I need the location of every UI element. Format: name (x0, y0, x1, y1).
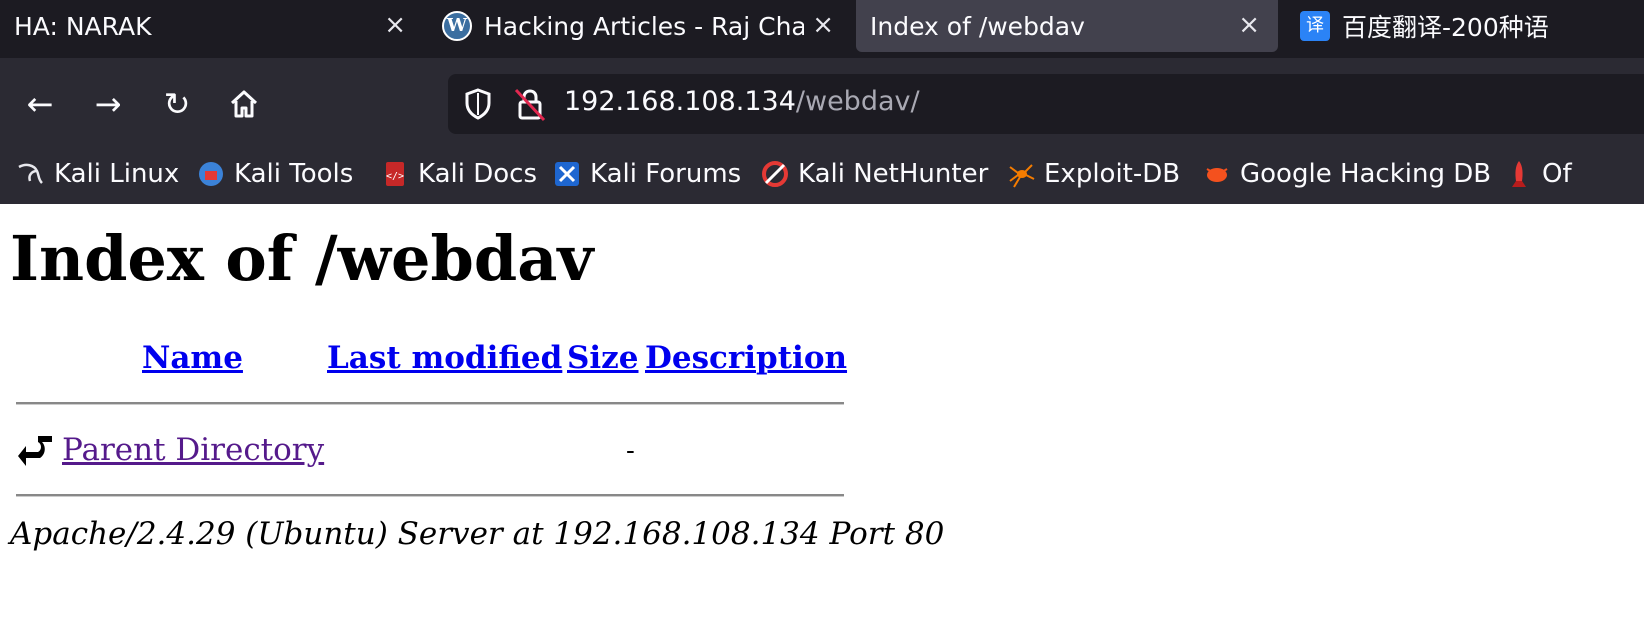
address-bar[interactable]: 192.168.108.134/webdav/ (448, 74, 1644, 134)
spider-icon (1009, 164, 1035, 188)
reload-button[interactable]: ↻ (155, 82, 199, 126)
rocket-icon (1512, 161, 1526, 187)
svg-text:</>: </> (386, 171, 404, 182)
bookmark-label: Kali NetHunter (798, 159, 989, 189)
bookmark-google-hacking-db[interactable]: Google Hacking DB (1202, 150, 1491, 198)
navigation-toolbar: ← → ↻ 192.168.108.134/webdav/ (0, 58, 1644, 150)
tab-title: Hacking Articles - Raj Char (484, 11, 804, 41)
bookmark-label: Kali Forums (590, 159, 742, 189)
tab-hacking-articles[interactable]: W Hacking Articles - Raj Char × (428, 0, 852, 52)
table-divider-top (16, 402, 844, 405)
kali-dragon-icon (18, 163, 43, 184)
page-heading: Index of /webdav (10, 222, 594, 295)
close-tab-icon[interactable]: × (1238, 10, 1260, 40)
tracking-protection-shield-icon[interactable] (458, 84, 498, 124)
tab-ha-narak[interactable]: HA: NARAK × (0, 0, 424, 52)
column-header-size[interactable]: Size (567, 340, 639, 376)
insecure-lock-icon[interactable] (510, 84, 550, 124)
parent-directory-link[interactable]: Parent Directory (62, 432, 324, 468)
tab-index-of-webdav[interactable]: Index of /webdav × (856, 0, 1278, 52)
bookmark-kali-tools[interactable]: Kali Tools (196, 150, 353, 198)
kali-forums-icon (555, 162, 579, 186)
parent-directory-size: - (626, 436, 635, 466)
kali-tools-icon (199, 162, 223, 186)
bookmark-kali-forums[interactable]: Kali Forums (552, 150, 741, 198)
url-text[interactable]: 192.168.108.134/webdav/ (564, 86, 920, 117)
bookmark-label: Exploit-DB (1044, 159, 1181, 189)
nethunter-icon (762, 161, 788, 187)
bookmarks-toolbar: Kali Linux Kali Tools </> Kali Docs Kali… (0, 150, 1644, 205)
forward-button[interactable]: → (86, 82, 130, 126)
table-divider-bottom (16, 494, 844, 497)
tab-title: 百度翻译-200种语 (1342, 13, 1549, 42)
bookmark-label: Kali Tools (234, 159, 354, 189)
bookmark-exploit-db[interactable]: Exploit-DB (1006, 150, 1180, 198)
page-content: Index of /webdav Name Last modified Size… (0, 204, 1644, 628)
kali-docs-icon: </> (386, 162, 404, 186)
column-header-description[interactable]: Description (645, 340, 847, 376)
close-tab-icon[interactable]: × (812, 10, 834, 40)
wordpress-icon: W (442, 11, 472, 41)
baidu-translate-icon: 译 (1300, 11, 1330, 41)
bookmark-kali-docs[interactable]: </> Kali Docs (380, 150, 537, 198)
bookmark-offsec[interactable]: Of (1504, 150, 1572, 198)
bookmark-kali-nethunter[interactable]: Kali NetHunter (760, 150, 988, 198)
bookmark-label: Kali Linux (54, 159, 180, 189)
url-path: /webdav/ (795, 86, 920, 117)
bookmark-label: Kali Docs (418, 159, 538, 189)
close-tab-icon[interactable]: × (384, 10, 406, 40)
bookmark-label: Google Hacking DB (1240, 159, 1492, 189)
column-header-last-modified[interactable]: Last modified (327, 340, 562, 376)
tab-title: HA: NARAK (14, 11, 152, 41)
tab-baidu-translate[interactable]: 译 百度翻译-200种语 (1286, 0, 1644, 52)
back-button[interactable]: ← (18, 82, 62, 126)
bookmark-label: Of (1542, 159, 1572, 189)
bookmark-kali-linux[interactable]: Kali Linux (16, 150, 179, 198)
home-button[interactable] (222, 82, 266, 126)
column-header-name[interactable]: Name (142, 340, 243, 376)
url-host: 192.168.108.134 (564, 86, 796, 117)
bug-icon (1206, 168, 1228, 182)
tab-title: Index of /webdav (870, 11, 1085, 41)
tab-strip: HA: NARAK × W Hacking Articles - Raj Cha… (0, 0, 1644, 58)
back-arrow-icon (18, 436, 52, 466)
home-icon (230, 90, 258, 118)
server-signature: Apache/2.4.29 (Ubuntu) Server at 192.168… (10, 516, 945, 552)
